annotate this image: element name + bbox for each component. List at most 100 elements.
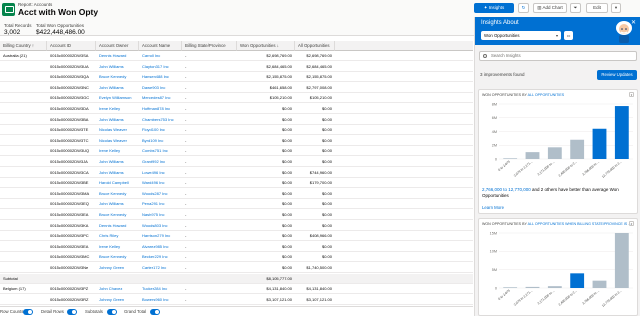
filter-button[interactable]: ⏷	[570, 3, 581, 13]
account-name-cell[interactable]: Woods287 Inc	[139, 189, 182, 199]
billing-state-cell: -	[185, 106, 187, 111]
more-actions-button[interactable]: ▾	[611, 3, 621, 13]
account-name-cell[interactable]: Dawe903 Inc	[139, 83, 182, 93]
bar[interactable]	[547, 286, 562, 288]
insights-button[interactable]: ✦ Insights	[474, 3, 514, 13]
account-name-cell[interactable]: Nash975 Inc	[139, 210, 182, 220]
col-header-account-id[interactable]: Account ID	[47, 41, 96, 51]
account-name-cell[interactable]: Hoffman878 Inc	[139, 104, 182, 114]
search-insights-input[interactable]: Search Insights	[479, 51, 637, 61]
toggle-subtotals[interactable]	[107, 309, 117, 315]
account-name-cell[interactable]: Harrison279 Inc	[139, 231, 182, 241]
col-header-all-opportunities[interactable]: All Opportunities	[295, 41, 335, 51]
account-name-cell[interactable]: Alvarez985 Inc	[139, 242, 182, 252]
col-header-won-opportunities[interactable]: Won Opportunities ↓	[237, 41, 295, 51]
account-owner-cell[interactable]: Bruce Kennedy	[96, 72, 139, 82]
billing-state-cell: -	[185, 222, 187, 228]
bar[interactable]	[592, 128, 607, 159]
account-owner-cell[interactable]: Irene Kelley	[96, 104, 139, 114]
billing-country-cell	[0, 168, 47, 178]
account-name-cell[interactable]: Pena291 Inc	[139, 199, 182, 209]
account-owner-cell[interactable]: Bruce Kennedy	[96, 189, 139, 199]
refresh-button[interactable]: ↻	[518, 3, 529, 13]
col-header-account-owner[interactable]: Account Owner	[96, 41, 139, 51]
account-name-cell[interactable]: Carroll Inc	[139, 51, 182, 61]
account-owner-cell[interactable]: John Williams	[96, 157, 139, 167]
review-updates-button[interactable]: Review Updates	[597, 70, 637, 80]
account-owner-cell[interactable]: Dennis Howard	[96, 51, 139, 61]
toggle-detail-rows[interactable]	[67, 309, 77, 315]
account-owner-cell[interactable]: Irene Kelley	[96, 146, 139, 156]
table-row: Australia (21) 0015c000002DW3SA Dennis How…	[0, 51, 473, 61]
account-name-cell[interactable]: Floyd100 Inc	[139, 125, 182, 135]
billing-state-cell: -	[185, 286, 187, 292]
add-chart-label: Add Chart	[542, 5, 563, 10]
all-opportunities-cell: $179,700.00	[309, 180, 332, 186]
account-owner-cell[interactable]: John Williams	[96, 199, 139, 209]
toggle-grand-total[interactable]	[150, 309, 160, 315]
col-header-billing-country[interactable]: Billing Country ↑	[0, 41, 47, 51]
account-name-cell[interactable]: Ward496 Inc	[139, 178, 182, 188]
bar[interactable]	[503, 158, 518, 159]
insight-card-2[interactable]: WON OPPORTUNITIES BY ALL OPPORTUNITIES W…	[478, 218, 638, 316]
account-name-cell[interactable]: Tucker284 Inc	[139, 284, 182, 294]
col-header-account-name[interactable]: Account Name	[139, 41, 182, 51]
account-owner-cell[interactable]: Johnny Green	[96, 295, 139, 305]
account-name-cell[interactable]: Lowe496 Inc	[139, 168, 182, 178]
bar[interactable]	[614, 233, 629, 288]
billing-country-cell	[0, 263, 47, 273]
account-owner-cell[interactable]: Nicolas Weaver	[96, 136, 139, 146]
bar[interactable]	[525, 286, 540, 288]
account-name-cell[interactable]: Clayton317 Inc	[139, 62, 182, 72]
account-owner-cell[interactable]: Bruce Kennedy	[96, 252, 139, 262]
billing-country-cell	[0, 72, 47, 82]
account-name-cell[interactable]: Grant992 Inc	[139, 157, 182, 167]
account-name-cell[interactable]: Bowers960 Inc	[139, 295, 182, 305]
account-owner-cell[interactable]: Irene Kelley	[96, 242, 139, 252]
billing-state-cell: -	[185, 254, 187, 260]
account-name-cell[interactable]: Combs751 Inc	[139, 146, 182, 156]
account-name-cell[interactable]: Hansen488 Inc	[139, 72, 182, 82]
account-owner-cell[interactable]: John Williams	[96, 83, 139, 93]
account-owner-cell[interactable]: John Williams	[96, 62, 139, 72]
account-owner-cell[interactable]: Chris Riley	[96, 231, 139, 241]
insights-settings-button[interactable]: ▭	[564, 31, 573, 40]
account-owner-cell[interactable]: Johnny Green	[96, 263, 139, 273]
bar[interactable]	[614, 106, 629, 159]
bar[interactable]	[592, 280, 607, 288]
card-menu-button[interactable]: ▾	[629, 92, 634, 97]
account-owner-cell[interactable]: Evelyn Williamson	[96, 93, 139, 103]
account-name-cell[interactable]: Becker229 Inc	[139, 252, 182, 262]
account-owner-cell[interactable]: Bruce Kennedy	[96, 210, 139, 220]
billing-state-cell: -	[185, 243, 187, 249]
toggle-row-counts[interactable]	[23, 309, 33, 315]
bar[interactable]	[570, 273, 585, 288]
account-owner-cell[interactable]: John Williams	[96, 115, 139, 125]
account-name-cell[interactable]: Woods803 Inc	[139, 221, 182, 231]
bar[interactable]	[570, 139, 585, 159]
edit-button[interactable]: Edit	[586, 3, 608, 13]
col-header-billing-state[interactable]: Billing State/Province	[182, 41, 237, 51]
account-name-cell[interactable]: Chambers753 Inc	[139, 115, 182, 125]
bar[interactable]	[547, 147, 562, 159]
billing-state-cell: -	[185, 190, 187, 196]
learn-more-link[interactable]: Learn More	[482, 205, 504, 210]
add-chart-button[interactable]: ▥ Add Chart	[533, 3, 567, 13]
account-owner-cell[interactable]: John Williams	[96, 168, 139, 178]
account-name-cell[interactable]: Mercedes87 Inc	[139, 93, 182, 103]
summary-value-won: $422,448,486.00	[36, 29, 85, 36]
table-row: 0015c000002DW3EA Irene Kelley Alvarez985 I…	[0, 242, 473, 252]
card-menu-button[interactable]: ▾	[629, 221, 634, 226]
account-id-cell: 0015c000002DW3CA	[50, 169, 89, 175]
insights-field-select[interactable]: Won Opportunities ▾	[481, 31, 561, 40]
account-owner-cell[interactable]: John Chavez	[96, 284, 139, 294]
account-name-cell[interactable]: Byrd109 Inc	[139, 136, 182, 146]
account-name-cell[interactable]: Carter172 Inc	[139, 263, 182, 273]
bar[interactable]	[525, 152, 540, 159]
account-id-cell: 0015c000002DW3EA	[50, 243, 89, 249]
account-owner-cell[interactable]: Harold Campbell	[96, 178, 139, 188]
insight-card-1[interactable]: WON OPPORTUNITIES BY ALL OPPORTUNITIES ▾…	[478, 89, 638, 214]
bar[interactable]	[503, 287, 518, 288]
account-owner-cell[interactable]: Nicolas Weaver	[96, 125, 139, 135]
account-owner-cell[interactable]: Dennis Howard	[96, 221, 139, 231]
